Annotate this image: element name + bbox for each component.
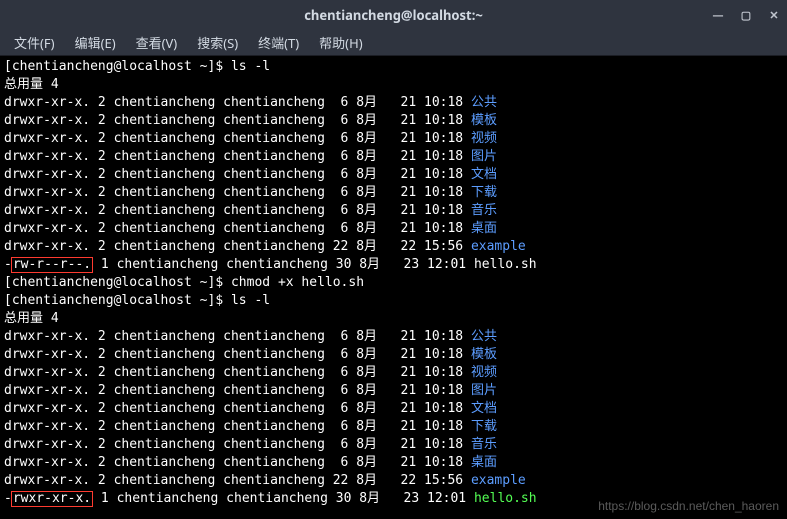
minimize-button[interactable]: — <box>711 8 725 22</box>
terminal-line: [chentiancheng@localhost ~]$ chmod +x he… <box>4 274 783 292</box>
file-name: example <box>471 239 526 254</box>
terminal-line: drwxr-xr-x. 2 chentiancheng chentianchen… <box>4 112 783 130</box>
file-name: 下载 <box>471 419 497 434</box>
file-name: 音乐 <box>471 437 497 452</box>
perm-highlight: rwxr-xr-x. <box>11 491 93 507</box>
file-name: hello.sh <box>474 491 537 506</box>
terminal-line: drwxr-xr-x. 2 chentiancheng chentianchen… <box>4 436 783 454</box>
file-name: example <box>471 473 526 488</box>
terminal-line: drwxr-xr-x. 2 chentiancheng chentianchen… <box>4 382 783 400</box>
file-name: 视频 <box>471 131 497 146</box>
terminal-line: drwxr-xr-x. 2 chentiancheng chentianchen… <box>4 202 783 220</box>
menu-view[interactable]: 查看(V) <box>128 31 186 54</box>
terminal-line: drwxr-xr-x. 2 chentiancheng chentianchen… <box>4 184 783 202</box>
menu-edit[interactable]: 编辑(E) <box>67 31 124 54</box>
terminal-line: -rw-r--r--. 1 chentiancheng chentianchen… <box>4 256 783 274</box>
file-name: 桌面 <box>471 455 497 470</box>
terminal-line: 总用量 4 <box>4 310 783 328</box>
file-name: 模板 <box>471 113 497 128</box>
file-name: 公共 <box>471 95 497 110</box>
terminal-line: drwxr-xr-x. 2 chentiancheng chentianchen… <box>4 346 783 364</box>
file-name: hello.sh <box>474 257 537 272</box>
titlebar: chentiancheng@localhost:~ — ▢ ✕ <box>0 0 787 30</box>
file-name: 公共 <box>471 329 497 344</box>
terminal-line: 总用量 4 <box>4 76 783 94</box>
terminal-line: drwxr-xr-x. 2 chentiancheng chentianchen… <box>4 130 783 148</box>
window-controls: — ▢ ✕ <box>711 0 781 30</box>
file-name: 图片 <box>471 149 497 164</box>
terminal-line: [chentiancheng@localhost ~]$ ls -l <box>4 58 783 76</box>
file-name: 文档 <box>471 401 497 416</box>
file-name: 桌面 <box>471 221 497 236</box>
file-name: 音乐 <box>471 203 497 218</box>
menu-terminal[interactable]: 终端(T) <box>250 31 307 54</box>
terminal-area[interactable]: [chentiancheng@localhost ~]$ ls -l总用量 4d… <box>0 56 787 508</box>
menu-file[interactable]: 文件(F) <box>6 31 63 54</box>
terminal-line: drwxr-xr-x. 2 chentiancheng chentianchen… <box>4 166 783 184</box>
terminal-line: drwxr-xr-x. 2 chentiancheng chentianchen… <box>4 400 783 418</box>
terminal-line: drwxr-xr-x. 2 chentiancheng chentianchen… <box>4 472 783 490</box>
file-name: 下载 <box>471 185 497 200</box>
window-title: chentiancheng@localhost:~ <box>304 6 483 24</box>
terminal-line: drwxr-xr-x. 2 chentiancheng chentianchen… <box>4 418 783 436</box>
file-name: 视频 <box>471 365 497 380</box>
close-button[interactable]: ✕ <box>767 8 781 22</box>
terminal-line: drwxr-xr-x. 2 chentiancheng chentianchen… <box>4 148 783 166</box>
terminal-line: drwxr-xr-x. 2 chentiancheng chentianchen… <box>4 454 783 472</box>
terminal-line: drwxr-xr-x. 2 chentiancheng chentianchen… <box>4 238 783 256</box>
perm-highlight: rw-r--r--. <box>11 257 93 273</box>
terminal-line: [chentiancheng@localhost ~]$ ls -l <box>4 292 783 310</box>
menubar: 文件(F) 编辑(E) 查看(V) 搜索(S) 终端(T) 帮助(H) <box>0 30 787 56</box>
file-name: 文档 <box>471 167 497 182</box>
terminal-line: drwxr-xr-x. 2 chentiancheng chentianchen… <box>4 364 783 382</box>
terminal-line: drwxr-xr-x. 2 chentiancheng chentianchen… <box>4 220 783 238</box>
terminal-line: drwxr-xr-x. 2 chentiancheng chentianchen… <box>4 328 783 346</box>
terminal-line: drwxr-xr-x. 2 chentiancheng chentianchen… <box>4 94 783 112</box>
menu-help[interactable]: 帮助(H) <box>311 31 370 54</box>
maximize-button[interactable]: ▢ <box>739 8 753 22</box>
file-name: 图片 <box>471 383 497 398</box>
terminal-line: -rwxr-xr-x. 1 chentiancheng chentianchen… <box>4 490 783 508</box>
file-name: 模板 <box>471 347 497 362</box>
menu-search[interactable]: 搜索(S) <box>189 31 246 54</box>
